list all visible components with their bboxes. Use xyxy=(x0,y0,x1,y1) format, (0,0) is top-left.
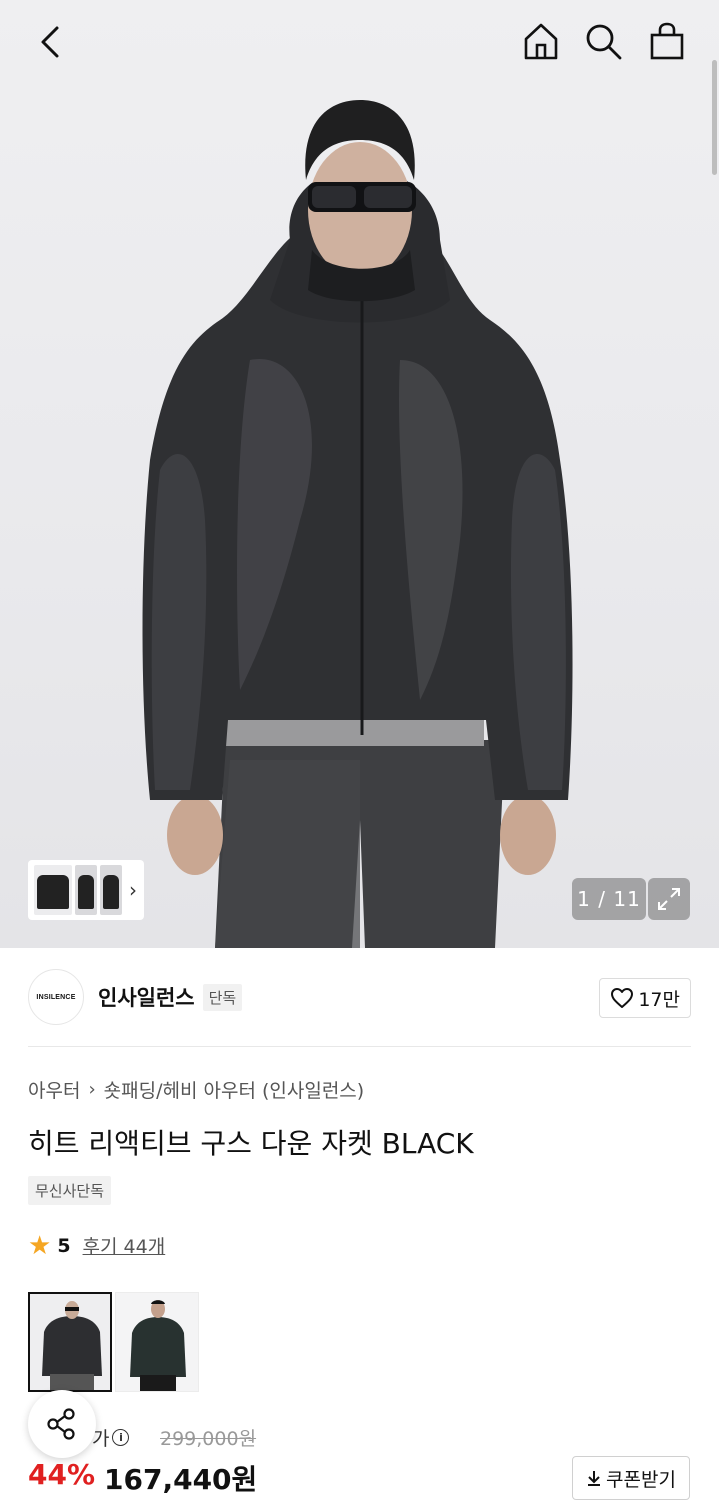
breadcrumb-item[interactable]: 숏패딩/헤비 아우터 (인사일런스) xyxy=(104,1076,365,1103)
brand-row[interactable]: INSILENCE 인사일런스 단독 17만 xyxy=(28,968,691,1026)
heart-icon xyxy=(611,988,634,1008)
image-thumbnail-strip[interactable]: › xyxy=(28,860,144,920)
back-button[interactable] xyxy=(28,20,72,64)
cart-button[interactable] xyxy=(644,18,690,64)
product-image-gallery[interactable]: › 1 / 11 xyxy=(0,0,719,948)
exclusive-tag: 단독 xyxy=(202,983,243,1011)
thumbnail-image[interactable] xyxy=(34,865,72,915)
home-icon xyxy=(524,23,558,60)
product-main-image xyxy=(142,100,573,948)
expand-icon xyxy=(658,888,680,910)
color-option-thumbnail[interactable] xyxy=(28,1292,112,1392)
thumbnail-image[interactable] xyxy=(75,865,97,915)
shopping-bag-icon xyxy=(650,22,684,60)
color-option-image xyxy=(116,1293,198,1391)
product-title: 히트 리액티브 구스 다운 자켓 BLACK xyxy=(28,1127,474,1160)
original-price: 299,000원 xyxy=(160,1428,257,1450)
like-count: 17만 xyxy=(638,988,680,1011)
breadcrumb: 아우터 › 숏패딩/헤비 아우터 (인사일런스) xyxy=(28,1076,364,1103)
search-button[interactable] xyxy=(580,18,626,64)
chevron-right-icon: › xyxy=(88,1079,96,1100)
divider xyxy=(28,1046,691,1047)
coupon-label: 쿠폰받기 xyxy=(606,1468,676,1491)
brand-name[interactable]: 인사일런스 xyxy=(98,982,195,1012)
image-counter: 1 / 11 xyxy=(572,878,646,920)
breadcrumb-item[interactable]: 아우터 xyxy=(28,1076,80,1103)
chevron-right-icon: › xyxy=(129,878,137,902)
share-button[interactable] xyxy=(28,1390,96,1458)
info-icon[interactable]: i xyxy=(112,1429,130,1446)
rating-summary: ★ 5 후기 44개 xyxy=(28,1232,165,1259)
search-icon xyxy=(586,24,622,60)
sale-price: 167,440원 xyxy=(104,1463,258,1496)
price-label: 가 i xyxy=(92,1424,130,1451)
review-link[interactable]: 후기 44개 xyxy=(83,1232,166,1259)
back-arrow-icon xyxy=(41,26,59,58)
brand-logo[interactable]: INSILENCE xyxy=(28,969,84,1025)
rating-value: 5 xyxy=(57,1234,71,1257)
page-scrollbar[interactable] xyxy=(712,60,717,175)
download-icon xyxy=(588,1471,601,1486)
expand-image-button[interactable] xyxy=(648,878,690,920)
star-icon: ★ xyxy=(28,1230,52,1261)
brand-like-button[interactable]: 17만 xyxy=(599,978,691,1018)
color-option-image xyxy=(30,1294,110,1390)
exclusive-badge: 무신사단독 xyxy=(28,1176,112,1205)
thumbnail-image[interactable] xyxy=(100,865,122,915)
get-coupon-button[interactable]: 쿠폰받기 xyxy=(572,1456,690,1500)
home-button[interactable] xyxy=(518,18,564,64)
discount-rate: 44% xyxy=(28,1458,96,1491)
color-option-thumbnail[interactable] xyxy=(115,1292,199,1392)
share-icon xyxy=(47,1408,75,1440)
